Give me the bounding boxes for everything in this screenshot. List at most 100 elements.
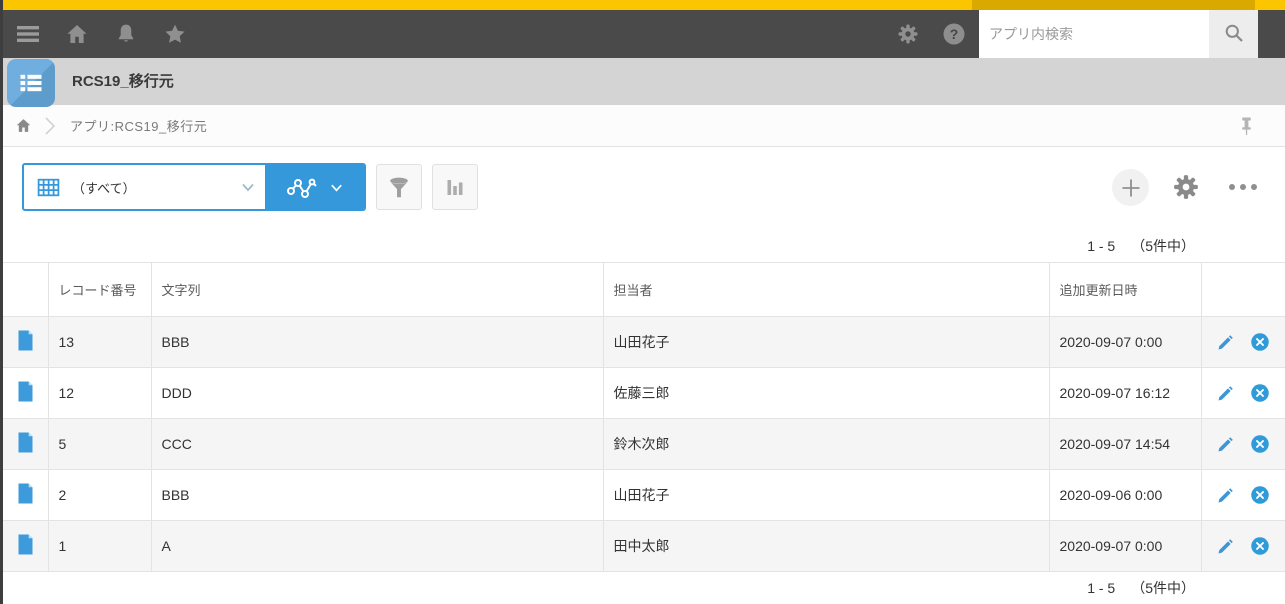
breadcrumb-chevron-icon bbox=[44, 116, 56, 136]
add-record-button[interactable] bbox=[1112, 169, 1149, 206]
pagination-range: 1 - 5 bbox=[1087, 238, 1116, 254]
filter-button[interactable] bbox=[376, 164, 422, 210]
app-icon[interactable] bbox=[7, 59, 55, 107]
favorites-star-icon[interactable] bbox=[162, 21, 188, 47]
global-nav-right: ? bbox=[895, 21, 967, 47]
chevron-down-icon bbox=[329, 180, 344, 195]
text-cell: A bbox=[151, 520, 604, 572]
table-row: 1 A 田中太郎 2020-09-07 0:00 bbox=[3, 520, 1285, 572]
record-number-cell: 2 bbox=[48, 469, 152, 521]
funnel-icon bbox=[386, 174, 412, 200]
record-table: レコード番号 文字列 担当者 追加更新日時 13 BBB 山田花子 2020-0… bbox=[3, 262, 1285, 572]
pagination-total: （5件中） bbox=[1131, 580, 1195, 596]
datetime-cell: 2020-09-07 16:12 bbox=[1049, 367, 1202, 419]
app-title: RCS19_移行元 bbox=[72, 73, 174, 90]
pagination-bottom: 1 - 5 （5件中） bbox=[1087, 578, 1195, 598]
edit-record-icon[interactable] bbox=[1216, 333, 1235, 352]
app-header-band bbox=[3, 58, 1285, 105]
table-row: 2 BBB 山田花子 2020-09-06 0:00 bbox=[3, 469, 1285, 521]
table-header-row: レコード番号 文字列 担当者 追加更新日時 bbox=[3, 262, 1285, 317]
column-header-actions bbox=[1201, 262, 1285, 317]
app-search-input[interactable] bbox=[979, 10, 1209, 58]
table-row: 5 CCC 鈴木次郎 2020-09-07 14:54 bbox=[3, 418, 1285, 470]
text-cell: BBB bbox=[151, 316, 604, 368]
open-record-doc-icon[interactable] bbox=[17, 381, 34, 402]
more-options-button[interactable] bbox=[1221, 180, 1265, 194]
column-header-assignee[interactable]: 担当者 bbox=[603, 262, 1050, 317]
home-icon[interactable] bbox=[64, 21, 90, 47]
kintone-app-screen: ? RCS19_移行元 アプリ:RCS19_移行元 bbox=[0, 0, 1285, 604]
datetime-cell: 2020-09-06 0:00 bbox=[1049, 469, 1202, 521]
delete-record-icon[interactable] bbox=[1250, 536, 1270, 556]
column-header-text[interactable]: 文字列 bbox=[151, 262, 604, 317]
assignee-cell: 佐藤三郎 bbox=[603, 367, 1050, 419]
bar-chart-icon bbox=[443, 175, 467, 199]
datetime-cell: 2020-09-07 0:00 bbox=[1049, 316, 1202, 368]
open-record-doc-icon[interactable] bbox=[17, 483, 34, 504]
search-button[interactable] bbox=[1209, 10, 1258, 58]
ellipsis-icon bbox=[1240, 184, 1246, 190]
app-search-box bbox=[979, 10, 1258, 58]
open-record-doc-icon[interactable] bbox=[17, 534, 34, 555]
edit-record-icon[interactable] bbox=[1216, 384, 1235, 403]
column-header-icon bbox=[3, 262, 49, 317]
notifications-bell-icon[interactable] bbox=[113, 21, 139, 47]
assignee-cell: 田中太郎 bbox=[603, 520, 1050, 572]
chart-button[interactable] bbox=[432, 164, 478, 210]
pagination-top: 1 - 5 （5件中） bbox=[1087, 236, 1195, 256]
graph-view-dropdown[interactable] bbox=[265, 165, 364, 209]
global-nav: ? bbox=[3, 10, 1285, 58]
edit-record-icon[interactable] bbox=[1216, 435, 1235, 454]
table-view-icon bbox=[36, 175, 61, 200]
datetime-cell: 2020-09-07 14:54 bbox=[1049, 418, 1202, 470]
assignee-cell: 鈴木次郎 bbox=[603, 418, 1050, 470]
hamburger-menu-icon[interactable] bbox=[15, 21, 41, 47]
open-record-doc-icon[interactable] bbox=[17, 330, 34, 351]
table-body: 13 BBB 山田花子 2020-09-07 0:00 12 DDD 佐藤三郎 … bbox=[3, 316, 1285, 572]
open-record-doc-icon[interactable] bbox=[17, 432, 34, 453]
table-row: 13 BBB 山田花子 2020-09-07 0:00 bbox=[3, 316, 1285, 368]
text-cell: BBB bbox=[151, 469, 604, 521]
pagination-range: 1 - 5 bbox=[1087, 580, 1116, 596]
view-selector-label: （すべて） bbox=[72, 180, 136, 196]
view-selector: （すべて） bbox=[22, 163, 366, 211]
record-list: レコード番号 文字列 担当者 追加更新日時 13 BBB 山田花子 2020-0… bbox=[3, 262, 1285, 572]
ellipsis-icon bbox=[1251, 184, 1257, 190]
record-number-cell: 5 bbox=[48, 418, 152, 470]
top-brand-bar-shade bbox=[972, 0, 1255, 10]
breadcrumb: アプリ:RCS19_移行元 bbox=[3, 105, 1285, 147]
delete-record-icon[interactable] bbox=[1250, 434, 1270, 454]
table-row: 12 DDD 佐藤三郎 2020-09-07 16:12 bbox=[3, 367, 1285, 419]
assignee-cell: 山田花子 bbox=[603, 316, 1050, 368]
help-icon[interactable]: ? bbox=[941, 21, 967, 47]
pin-icon[interactable] bbox=[1240, 116, 1253, 136]
datetime-cell: 2020-09-07 0:00 bbox=[1049, 520, 1202, 572]
plus-icon bbox=[1119, 176, 1143, 200]
record-number-cell: 13 bbox=[48, 316, 152, 368]
record-number-cell: 1 bbox=[48, 520, 152, 572]
view-selector-dropdown[interactable]: （すべて） bbox=[24, 165, 265, 209]
top-brand-bar bbox=[3, 0, 1285, 10]
column-header-datetime[interactable]: 追加更新日時 bbox=[1049, 262, 1202, 317]
search-icon bbox=[1222, 21, 1246, 48]
app-settings-button[interactable] bbox=[1170, 171, 1201, 202]
delete-record-icon[interactable] bbox=[1250, 332, 1270, 352]
text-cell: DDD bbox=[151, 367, 604, 419]
record-number-cell: 12 bbox=[48, 367, 152, 419]
edit-record-icon[interactable] bbox=[1216, 537, 1235, 556]
column-header-record-number[interactable]: レコード番号 bbox=[48, 262, 152, 317]
gear-icon bbox=[1171, 172, 1201, 202]
delete-record-icon[interactable] bbox=[1250, 485, 1270, 505]
chevron-down-icon bbox=[240, 179, 256, 195]
ellipsis-icon bbox=[1229, 184, 1235, 190]
edit-record-icon[interactable] bbox=[1216, 486, 1235, 505]
text-cell: CCC bbox=[151, 418, 604, 470]
pagination-total: （5件中） bbox=[1131, 238, 1195, 254]
delete-record-icon[interactable] bbox=[1250, 383, 1270, 403]
svg-text:?: ? bbox=[950, 26, 959, 42]
breadcrumb-home-icon[interactable] bbox=[15, 117, 32, 134]
graph-nodes-icon bbox=[286, 172, 320, 202]
breadcrumb-app-link[interactable]: アプリ:RCS19_移行元 bbox=[70, 116, 207, 135]
settings-gear-icon[interactable] bbox=[895, 21, 921, 47]
global-nav-left bbox=[15, 21, 188, 47]
